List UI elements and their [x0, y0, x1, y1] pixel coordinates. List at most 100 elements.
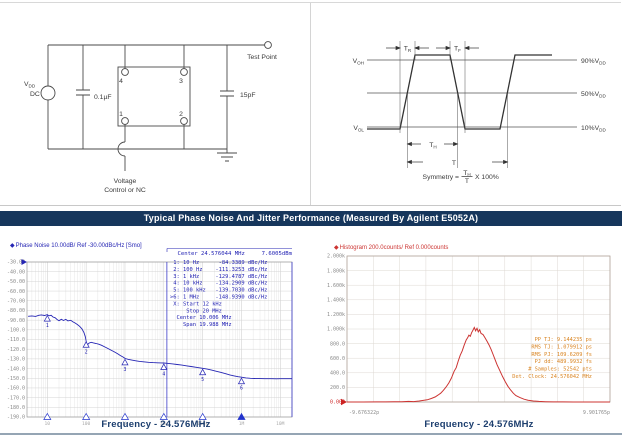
- y-tick-label: 1.000k: [327, 327, 345, 333]
- section-header: Typical Phase Noise And Jitter Performan…: [0, 211, 622, 226]
- pin-circle-1: [122, 118, 129, 125]
- level-10-label: 10%VDD: [581, 125, 606, 132]
- arrow-right-icon: [504, 160, 508, 163]
- trace-marker-number: 6: [240, 386, 243, 392]
- dut-pins: [122, 69, 188, 125]
- y-tick-label: -40.00: [7, 269, 25, 275]
- annotation-line: PJ dd: 489.9932 fs: [535, 359, 592, 365]
- y-tick-label: 200.0: [330, 385, 345, 391]
- x-max-label: 9.901765p: [583, 410, 610, 416]
- phase-noise-chart: ◆Phase Noise 10.00dB/ Ref -30.00dBc/Hz […: [2, 238, 310, 432]
- level-50-label: 50%VDD: [581, 91, 606, 98]
- marker-table-row: Span 19.988 MHz: [170, 322, 232, 328]
- histogram-title: ◆Histogram 200.0counts/ Ref 0.000counts: [334, 245, 448, 251]
- dc-label: DC: [30, 91, 40, 98]
- y-tick-label: -170.0: [7, 395, 25, 401]
- vol-label: VOL: [353, 125, 364, 132]
- y-tick-label: -150.0: [7, 376, 25, 382]
- marker-table: 1: 10 Hz -84.3389 dBc/Hz 2: 100 Hz -111.…: [170, 260, 267, 328]
- y-tick-label: 1.800k: [327, 268, 345, 274]
- annotation-line: RMS PJ: 109.6209 fs: [531, 352, 592, 358]
- pin-circle-2: [181, 118, 188, 125]
- arrow-left-icon: [408, 142, 412, 145]
- y-tick-label: -50.00: [7, 279, 25, 285]
- marker-table-row: X: Start 12 kHz: [170, 301, 222, 307]
- test-circuit-panel: VDD DC 0.1µF 15pF Test Point 4 3 1 2 Vol…: [0, 3, 311, 205]
- trace-marker-icon: [238, 378, 244, 384]
- ground-symbol: [217, 153, 237, 161]
- arrow-left-icon: [415, 46, 419, 49]
- y-tick-label: 1.600k: [327, 283, 345, 289]
- symmetry-multiplier: X 100%: [475, 174, 499, 181]
- waveform-timing-diagram: VOH VOL 90%VDD 50%VDD 10%VDD TR TF TH T …: [311, 3, 621, 205]
- bypass-capacitor-symbol: [76, 90, 90, 95]
- arrow-right-icon: [446, 46, 450, 49]
- marker-table-row: 4: 10 kHz -134.2909 dBc/Hz: [170, 281, 267, 287]
- symmetry-denominator: T: [465, 178, 469, 185]
- y-tick-label: -60.00: [7, 289, 25, 295]
- arrow-right-icon: [454, 142, 458, 145]
- y-tick-label: -160.0: [7, 386, 25, 392]
- reference-lines: [367, 60, 577, 127]
- trace-marker-icon: [200, 369, 206, 375]
- timing-diagram-panel: VOH VOL 90%VDD 50%VDD 10%VDD TR TF TH T …: [311, 3, 621, 205]
- y-tick-label: -80.00: [7, 308, 25, 314]
- trace-marker-icon: [161, 364, 167, 370]
- t-label: T: [452, 160, 456, 167]
- symmetry-numerator: TH: [463, 170, 470, 177]
- pin-circle-4: [122, 69, 129, 76]
- top-diagrams-section: VDD DC 0.1µF 15pF Test Point 4 3 1 2 Vol…: [0, 2, 621, 206]
- dc-source-symbol: [41, 86, 55, 100]
- y-tick-label: 1.400k: [327, 298, 345, 304]
- marker-table-row: Center 10.006 MHz: [170, 315, 232, 321]
- trace-marker-icon: [44, 316, 50, 322]
- y-tick-label: 400.0: [330, 371, 345, 377]
- y-tick-label: -130.0: [7, 357, 25, 363]
- pin-number-1: 1: [119, 111, 123, 118]
- control-label-line2: Control or NC: [104, 187, 146, 194]
- pin-circle-3: [181, 69, 188, 76]
- circuit-wires: [48, 45, 265, 171]
- y-tick-label: 1.200k: [327, 312, 345, 318]
- load-cap-label: 15pF: [240, 92, 256, 99]
- annotation-line: RMS TJ: 1.079912 ps: [531, 344, 592, 350]
- pin-number-3: 3: [179, 78, 183, 85]
- annotation-line: PP TJ: 9.144235 ps: [535, 337, 592, 343]
- tf-label: TF: [454, 46, 461, 53]
- arrow-right-icon: [396, 46, 400, 49]
- voh-label: VOH: [353, 58, 364, 65]
- test-circuit-diagram: VDD DC 0.1µF 15pF Test Point 4 3 1 2 Vol…: [0, 3, 310, 205]
- annotation-line: Det. Clock: 24.576042 MHz: [512, 374, 592, 380]
- marker-table-row: 3: 1 kHz -129.4787 dBc/Hz: [170, 274, 267, 280]
- trace-marker-number: 3: [124, 367, 127, 373]
- annotation-line: # Samples: 52542 pts: [528, 367, 592, 373]
- y-tick-label: -180.0: [7, 405, 25, 411]
- y-tick-label: -120.0: [7, 347, 25, 353]
- histogram-plot-area: 2.000k1.800k1.600k1.400k1.200k1.000k800.…: [327, 254, 610, 406]
- phase-noise-title: ◆Phase Noise 10.00dB/ Ref -30.00dBc/Hz […: [10, 243, 142, 249]
- y-tick-label: -110.0: [7, 337, 25, 343]
- symmetry-label: Symmetry =: [423, 174, 459, 181]
- trace-marker-number: 1: [46, 323, 49, 329]
- y-tick-label: 2.000k: [327, 254, 345, 260]
- jitter-histogram-chart: ◆Histogram 200.0counts/ Ref 0.000counts …: [322, 240, 620, 422]
- test-point-label: Test Point: [247, 54, 277, 61]
- marker-table-row: 2: 100 Hz -111.3253 dBc/Hz: [170, 267, 267, 273]
- th-label: TH: [429, 142, 436, 149]
- diamond-icon: ◆: [10, 243, 15, 249]
- level-90-label: 90%VDD: [581, 58, 606, 65]
- marker-table-row: 1: 10 Hz -84.3389 dBc/Hz: [170, 260, 267, 266]
- y-tick-label: -100.0: [7, 328, 25, 334]
- histogram-caption: Frequency - 24.576MHz: [330, 419, 622, 432]
- marker-table-row: 5: 100 kHz -139.7030 dBc/Hz: [170, 288, 267, 294]
- control-label-line1: Voltage: [114, 178, 137, 185]
- trace-marker-number: 2: [85, 349, 88, 355]
- center-frequency-readout: Center 24.576044 MHz 7.6005dBm: [177, 251, 292, 257]
- section-header-title: Typical Phase Noise And Jitter Performan…: [144, 213, 478, 223]
- trace-marker-icon: [122, 359, 128, 365]
- phase-noise-caption: Frequency - 24.576MHz: [2, 419, 310, 432]
- pin-number-2: 2: [179, 111, 183, 118]
- marker-table-row: Stop 20 MHz: [170, 308, 222, 314]
- diamond-icon: ◆: [334, 245, 339, 251]
- trace-marker-number: 5: [201, 377, 204, 383]
